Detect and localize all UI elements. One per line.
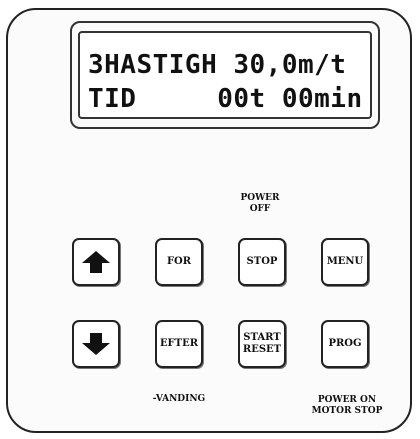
stop-button[interactable]: STOP — [238, 238, 286, 286]
power-on-motor-stop-caption: POWER ON MOTOR STOP — [311, 395, 383, 416]
efter-label: EFTER — [159, 338, 199, 349]
up-button[interactable] — [72, 238, 120, 286]
for-button[interactable]: FOR — [155, 238, 203, 286]
menu-label: MENU — [326, 256, 364, 267]
efter-button[interactable]: EFTER — [155, 320, 203, 368]
start-reset-button[interactable]: START RESET — [238, 320, 286, 368]
display-line-2: TID 00t 00min — [88, 84, 363, 114]
stop-label: STOP — [246, 256, 278, 267]
for-label: FOR — [166, 256, 192, 267]
down-button[interactable] — [72, 320, 120, 368]
prog-button[interactable]: PROG — [321, 320, 369, 368]
display-line-1: 3HASTIGH 30,0m/t — [88, 50, 347, 80]
arrow-down-icon — [82, 333, 110, 355]
start-reset-label: START RESET — [242, 332, 282, 355]
power-off-caption: POWER OFF — [240, 193, 280, 214]
vanding-caption: -VANDING — [152, 394, 206, 404]
arrow-up-icon — [82, 251, 110, 273]
menu-button[interactable]: MENU — [321, 238, 369, 286]
prog-label: PROG — [328, 338, 362, 349]
